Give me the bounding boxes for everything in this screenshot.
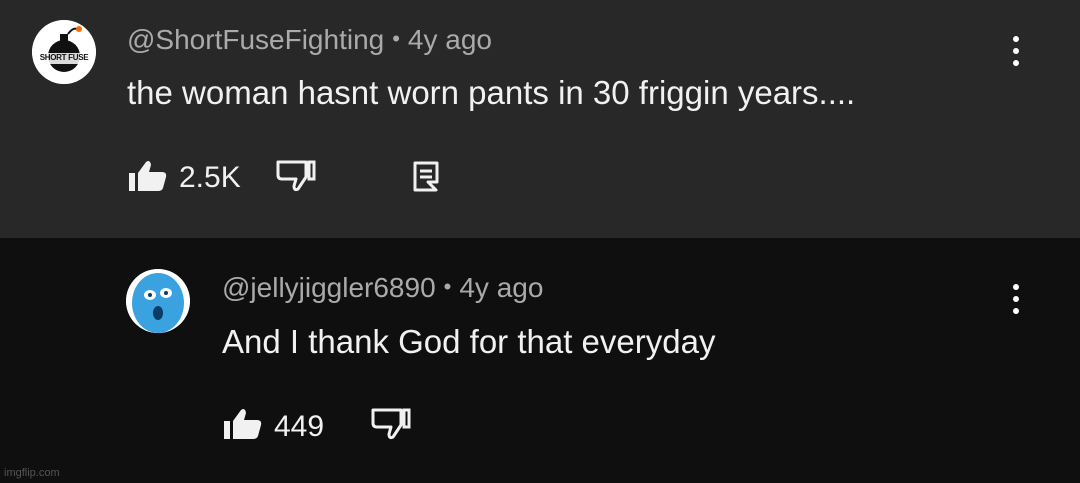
comment-text: the woman hasnt worn pants in 30 friggin… (127, 74, 856, 111)
more-options-icon[interactable] (1006, 34, 1026, 70)
comment-reply-item: @jellyjiggler6890 • 4y ago And I thank God… (0, 238, 1080, 483)
dislike-icon[interactable] (276, 160, 316, 192)
author-handle[interactable]: @ShortFuseFighting (127, 24, 384, 55)
like-icon[interactable] (128, 160, 168, 192)
watermark: imgflip.com (4, 467, 60, 479)
meta-separator: • (443, 274, 452, 299)
like-icon[interactable] (223, 408, 263, 440)
comment-thread-item: SHORT FUSE @ShortFuseFighting • 4y ago the… (0, 0, 1080, 238)
timestamp[interactable]: 4y ago (459, 272, 543, 303)
like-count: 449 (274, 410, 325, 443)
comment-text: And I thank God for that everyday (222, 323, 716, 360)
reply-icon[interactable] (412, 160, 440, 192)
meta-separator: • (392, 26, 400, 51)
dislike-icon[interactable] (371, 408, 411, 440)
avatar[interactable]: SHORT FUSE (32, 20, 96, 84)
avatar-label: SHORT FUSE (39, 53, 89, 62)
comment-header: @ShortFuseFighting • 4y ago (127, 26, 492, 54)
avatar[interactable] (126, 269, 190, 333)
author-handle[interactable]: @jellyjiggler6890 (222, 272, 436, 303)
comment-header: @jellyjiggler6890 • 4y ago (222, 274, 543, 302)
more-options-icon[interactable] (1006, 282, 1026, 318)
timestamp[interactable]: 4y ago (408, 24, 492, 55)
like-count: 2.5K (179, 161, 241, 194)
